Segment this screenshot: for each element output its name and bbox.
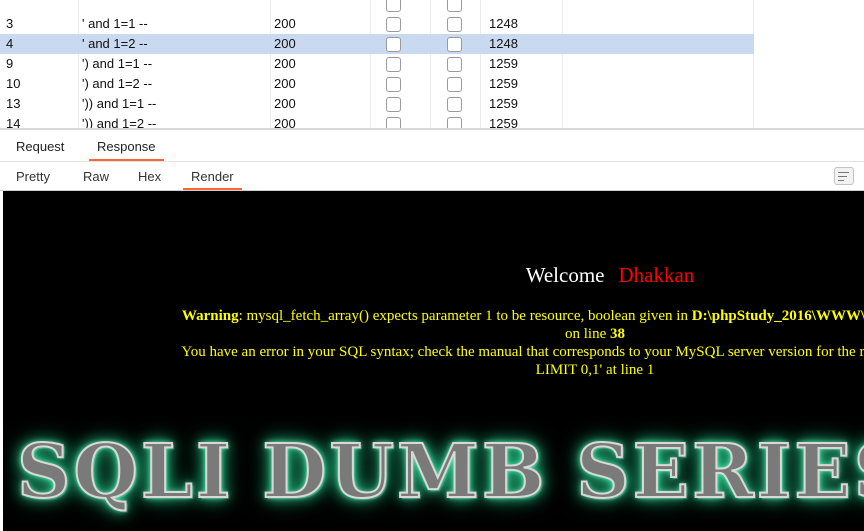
error-checkbox[interactable]: [386, 57, 401, 72]
error-checkbox[interactable]: [386, 77, 401, 92]
results-rows: 3 ' and 1=1 -- 200 1248 4 ' and 1=2 -- 200 1248…: [0, 0, 754, 130]
view-tabs: Pretty Raw Hex Render: [0, 162, 864, 191]
sqli-banner-logo: SQLI DUMB SERIES: [16, 428, 864, 516]
table-divider: [0, 128, 864, 130]
table-row[interactable]: 3 ' and 1=1 -- 200 1248: [0, 14, 754, 34]
request-number: 3: [6, 16, 14, 31]
error-checkbox[interactable]: [386, 0, 401, 12]
timeout-checkbox[interactable]: [447, 17, 462, 32]
table-row[interactable]: 13 ')) and 1=1 -- 200 1259: [0, 94, 754, 114]
tab-request[interactable]: Request: [8, 131, 72, 161]
rendered-response: Welcome Dhakkan Warning: mysql_fetch_arra…: [3, 191, 864, 531]
error-checkbox[interactable]: [386, 37, 401, 52]
message-tabs: Request Response: [0, 131, 864, 162]
request-number: 13: [6, 96, 21, 111]
table-row[interactable]: 10 ') and 1=2 -- 200 1259: [0, 74, 754, 94]
request-number: 9: [6, 56, 14, 71]
request-number: 10: [6, 76, 21, 91]
on-line-text: on line: [565, 326, 610, 342]
response-length: 1259: [489, 76, 518, 91]
payload: ') and 1=1 --: [82, 56, 153, 71]
line-number: 38: [610, 326, 625, 342]
php-error-message: Warning: mysql_fetch_array() expects par…: [3, 307, 864, 379]
results-table: 3 ' and 1=1 -- 200 1248 4 ' and 1=2 -- 200 1248…: [0, 0, 864, 130]
table-row-partial[interactable]: [0, 0, 754, 14]
user-name: Dhakkan: [618, 263, 695, 287]
tab-raw[interactable]: Raw: [75, 162, 117, 190]
word-wrap-icon[interactable]: [834, 167, 854, 185]
welcome-heading: Welcome Dhakkan: [3, 263, 864, 288]
response-length: 1248: [489, 16, 518, 31]
sql-error-line2: LIMIT 0,1' at line 1: [535, 362, 655, 378]
error-checkbox[interactable]: [386, 17, 401, 32]
tab-render[interactable]: Render: [183, 162, 242, 190]
payload: ' and 1=2 --: [82, 36, 148, 51]
timeout-checkbox[interactable]: [447, 57, 462, 72]
status-code: 200: [274, 96, 296, 111]
timeout-checkbox[interactable]: [447, 0, 462, 12]
sql-error-line1: You have an error in your SQL syntax; ch…: [181, 344, 864, 360]
tab-pretty[interactable]: Pretty: [8, 162, 58, 190]
payload: ' and 1=1 --: [82, 16, 148, 31]
table-row[interactable]: 4 ' and 1=2 -- 200 1248: [0, 34, 754, 54]
status-code: 200: [274, 36, 296, 51]
warning-label: Warning: [181, 308, 239, 324]
table-row[interactable]: 9 ') and 1=1 -- 200 1259: [0, 54, 754, 74]
welcome-text: Welcome: [525, 263, 605, 287]
response-length: 1248: [489, 36, 518, 51]
timeout-checkbox[interactable]: [447, 77, 462, 92]
status-code: 200: [274, 76, 296, 91]
response-length: 1259: [489, 96, 518, 111]
warning-path: D:\phpStudy_2016\WWW\sqli\Less-23\index.…: [691, 308, 864, 324]
timeout-checkbox[interactable]: [447, 37, 462, 52]
tab-response[interactable]: Response: [89, 131, 164, 161]
status-code: 200: [274, 56, 296, 71]
response-length: 1259: [489, 56, 518, 71]
payload: ') and 1=2 --: [82, 76, 153, 91]
status-code: 200: [274, 16, 296, 31]
error-checkbox[interactable]: [386, 97, 401, 112]
timeout-checkbox[interactable]: [447, 97, 462, 112]
payload: ')) and 1=1 --: [82, 96, 157, 111]
tab-hex[interactable]: Hex: [130, 162, 169, 190]
warning-text: : mysql_fetch_array() expects parameter …: [238, 308, 692, 324]
request-number: 4: [6, 36, 14, 51]
